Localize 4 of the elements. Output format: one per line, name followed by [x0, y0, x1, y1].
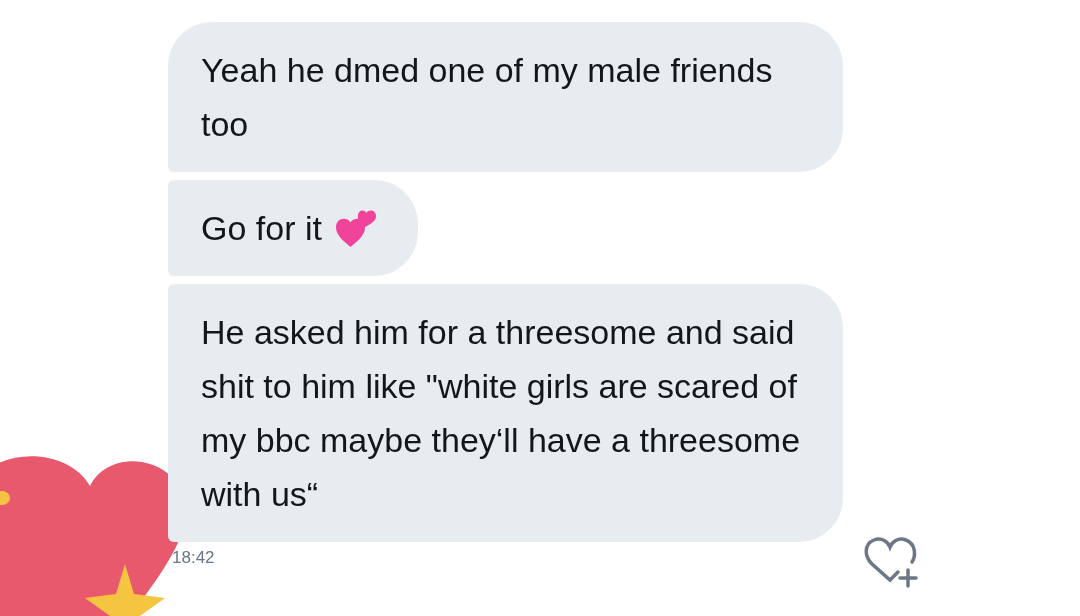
message-timestamp: 18:42 [172, 548, 215, 567]
message-text: Go for it [201, 208, 322, 249]
message-text: Yeah he dmed one of my male friends too [201, 50, 774, 145]
message-text: He asked him for a threesome and said shit to him like "white girls are scared of my bbc maybe they‘ll have a threesome with us“ [201, 312, 801, 515]
